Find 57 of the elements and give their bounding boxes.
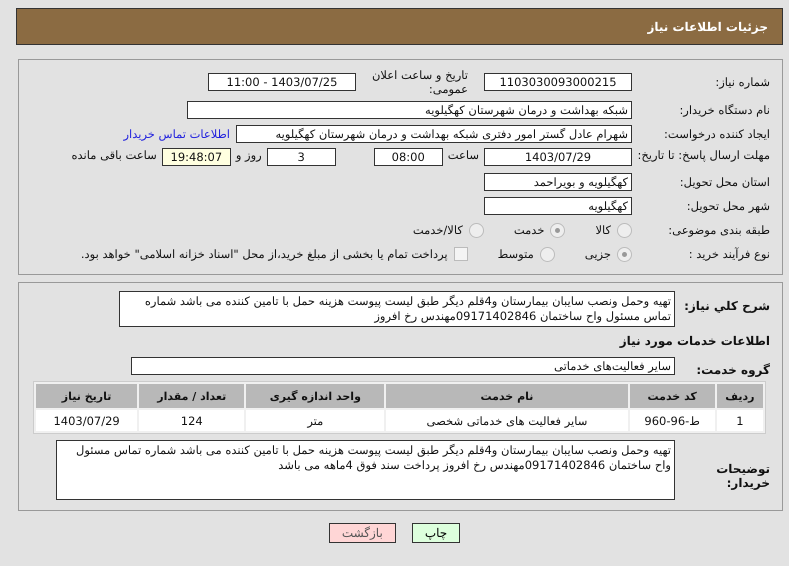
column-header: تاریخ نیاز (36, 384, 138, 408)
radio-label: متوسط (498, 247, 534, 261)
field-label: توضیحات خریدار: (715, 462, 770, 490)
field-label: استان محل تحویل: (678, 175, 770, 189)
radio-label: کالا (595, 223, 611, 237)
table-cell: 1 (716, 410, 763, 431)
creator-field: شهرام عادل گستر امور دفتری شبکه بهداشت و درمان شهرستان کهگیلویه (236, 125, 632, 143)
field-label: نوع فرآیند خرید : (688, 247, 770, 261)
table-cell: 1403/07/29 (36, 410, 138, 431)
field-label: تاریخ و ساعت اعلان عمومی: (370, 68, 468, 96)
section-heading: اطلاعات خدمات مورد نیاز (620, 334, 770, 348)
days-label: روز و (236, 148, 262, 162)
contact-link[interactable]: اطلاعات تماس خریدار (123, 127, 230, 141)
field-label: شرح کلي نياز: (683, 299, 770, 313)
time-label: ساعت (448, 148, 479, 162)
checkbox[interactable] (454, 247, 468, 261)
service-group-field: سایر فعالیت‌های خدماتی (131, 357, 675, 375)
radio-label: خدمت (514, 223, 544, 237)
radio-label: جزیی (584, 247, 611, 261)
description-textarea[interactable]: تهیه وحمل ونصب سایبان بیمارستان و4قلم دیگر طبق لیست پیوست هزینه حمل با تامین کننده می باشد شماره تماس مسئول واح ساختمان 09171402846مهندس رخ افروز (119, 291, 675, 327)
radio-button[interactable] (617, 246, 632, 262)
field-label: نام دستگاه خریدار: (678, 103, 770, 117)
field-label: شماره نیاز: (714, 75, 770, 89)
city-field: کهگیلویه (484, 197, 632, 215)
field-label: گروه خدمت: (695, 363, 770, 377)
province-field: کهگیلویه و بویراحمد (484, 173, 632, 191)
print-button[interactable]: چاپ (412, 523, 460, 543)
remaining-time-field: 19:48:07 (162, 148, 231, 166)
table-cell: 124 (139, 410, 244, 431)
buyer-notes-textarea[interactable]: تهیه وحمل ونصب سایبان بیمارستان و4قلم دیگر طبق لیست پیوست هزینه حمل با تامین کننده می باشد شماره تماس مسئول واح ساختمان 09171402846مهندس رخ افروز پرداخت سند فوق 4ماهه می باشد (56, 440, 675, 500)
column-header: نام خدمت (386, 384, 628, 408)
back-button[interactable]: بازگشت (328, 523, 396, 543)
radio-button[interactable] (550, 222, 566, 238)
column-header: ردیف (716, 384, 763, 408)
table-cell: ط-96-960 (630, 410, 715, 431)
field-label: مهلت ارسال پاسخ: تا تاریخ: (636, 148, 770, 162)
page-title: جزئیات اطلاعات نیاز (647, 20, 768, 34)
deadline-date-field: 1403/07/29 (484, 148, 632, 166)
table-cell: سایر فعالیت های خدماتی شخصی (386, 410, 628, 431)
table-cell: متر (246, 410, 384, 431)
field-label: شهر محل تحویل: (686, 199, 770, 213)
buyer-field: شبکه بهداشت و درمان شهرستان کهگیلویه (187, 101, 632, 119)
radio-button[interactable] (540, 246, 555, 262)
need-number-field: 1103030093000215 (484, 73, 632, 91)
days-field: 3 (266, 148, 336, 166)
checkbox-label: پرداخت تمام یا بخشی از مبلغ خرید،از محل "اسناد خزانه اسلامی" خواهد بود. (80, 247, 448, 261)
radio-button[interactable] (468, 222, 484, 238)
remaining-label: ساعت باقی مانده (72, 148, 157, 162)
announce-date-field: 1403/07/25 - 11:00 (208, 73, 356, 91)
deadline-time-field: 08:00 (374, 148, 443, 166)
field-label: طبقه بندی موضوعی: (667, 223, 770, 237)
column-header: کد خدمت (630, 384, 715, 408)
column-header: واحد اندازه گیری (246, 384, 384, 408)
radio-button[interactable] (617, 222, 632, 238)
field-label: ایجاد کننده درخواست: (663, 127, 770, 141)
radio-label: کالا/خدمت (412, 223, 463, 237)
column-header: تعداد / مقدار (139, 384, 244, 408)
